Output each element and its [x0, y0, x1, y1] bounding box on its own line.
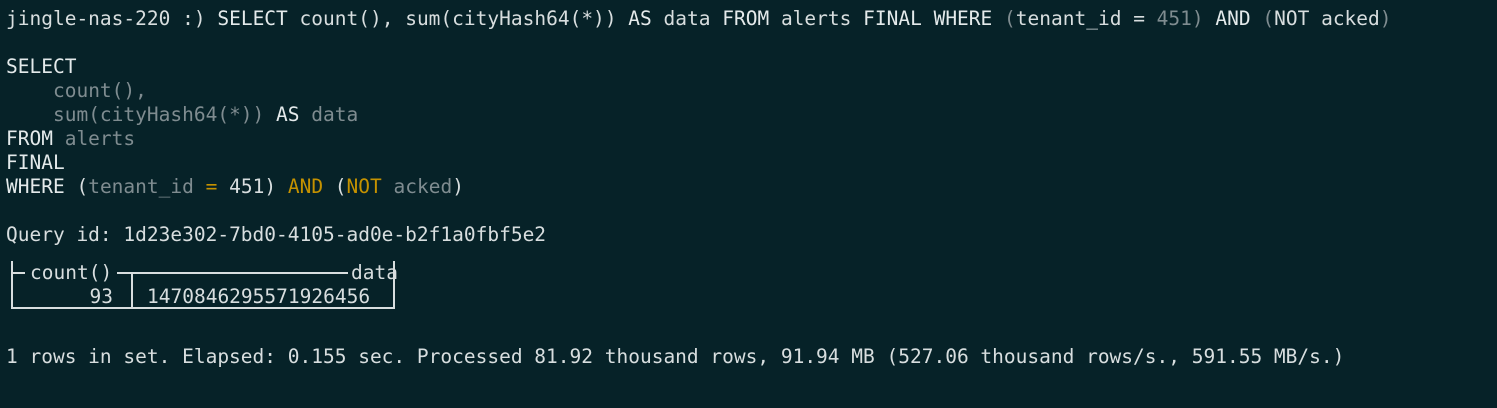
fmt-where-acked: acked — [381, 175, 453, 198]
column-header-data: data — [351, 261, 398, 284]
cmd-eq: = — [1133, 7, 1157, 30]
fmt-select: SELECT — [6, 55, 77, 78]
fmt-sum-line: sum(cityHash64(*)) AS data — [6, 103, 1484, 127]
fmt-sum-as: AS — [264, 103, 312, 126]
fmt-where-and: AND — [276, 175, 335, 198]
fmt-indent — [6, 79, 53, 102]
query-id-value: 1d23e302-7bd0-4105-ad0e-b2f1a0fbf5e2 — [123, 223, 547, 246]
fmt-where-close: ) — [264, 175, 277, 198]
table-top-border-mid — [117, 272, 348, 274]
fmt-where-open: ( — [76, 175, 89, 198]
cmd-as: AS — [616, 7, 664, 30]
cmd-where: WHERE — [933, 7, 1005, 30]
result-table: count() data 93 1470846295571926456 — [11, 261, 398, 309]
fmt-from-line: FROM alerts — [6, 127, 1484, 151]
fmt-where-col: tenant_id — [88, 175, 194, 198]
fmt-from-table: alerts — [64, 127, 136, 150]
prompt-suffix: :) — [170, 7, 218, 30]
table-top-border-left — [11, 272, 25, 274]
cmd-count: count(), — [299, 7, 406, 30]
fmt-count: count(), — [52, 79, 147, 102]
cmd-acked: acked — [1321, 7, 1380, 30]
fmt-from-kw: FROM — [6, 127, 65, 150]
fmt-final: FINAL — [6, 151, 65, 174]
prompt-line: jingle-nas-220 :) SELECT count(), sum(ci… — [6, 7, 1484, 31]
fmt-where-not-open: ( — [334, 175, 347, 198]
fmt-where-line: WHERE (tenant_id = 451) AND (NOT acked) — [6, 175, 1484, 199]
cell-data: 1470846295571926456 — [147, 285, 371, 308]
column-header-count: count() — [30, 261, 113, 284]
cmd-data: data — [663, 7, 723, 30]
cmd-cityhash: cityHash64 — [452, 7, 570, 30]
status-line: 1 rows in set. Elapsed: 0.155 sec. Proce… — [6, 345, 1345, 368]
table-column-divider — [131, 272, 133, 309]
cmd-alerts: alerts — [780, 7, 864, 30]
fmt-sum-fn: sum(cityHash64(*)) — [52, 103, 265, 126]
query-id-label: Query id: — [6, 223, 124, 246]
cmd-paren-close: ) — [1191, 7, 1204, 30]
fmt-where-eq: = — [193, 175, 230, 198]
fmt-sum-alias: data — [311, 103, 359, 126]
fmt-indent — [6, 103, 53, 126]
cmd-and: AND — [1203, 7, 1263, 30]
fmt-where-not: NOT — [346, 175, 382, 198]
cmd-tenant: tenant_id — [1015, 7, 1134, 30]
cmd-sum-open: sum( — [405, 7, 453, 30]
terminal-output[interactable]: jingle-nas-220 :) SELECT count(), sum(ci… — [6, 7, 1484, 397]
cmd-select: SELECT — [217, 7, 300, 30]
cmd-from: FROM — [722, 7, 781, 30]
fmt-where-not-close: ) — [452, 175, 464, 198]
cmd-not: NOT — [1274, 7, 1322, 30]
cmd-final: FINAL — [863, 7, 934, 30]
cell-count: 93 — [89, 285, 113, 308]
fmt-where-kw: WHERE — [6, 175, 77, 198]
query-id-line: Query id: 1d23e302-7bd0-4105-ad0e-b2f1a0… — [6, 223, 1484, 247]
cmd-paren-open: ( — [1004, 7, 1016, 30]
cmd-sum-close: ) — [604, 7, 617, 30]
cmd-451: 451 — [1156, 7, 1192, 30]
fmt-count-line: count(), — [6, 79, 1484, 103]
fmt-where-val: 451 — [229, 175, 265, 198]
cmd-not-open: ( — [1262, 7, 1275, 30]
cmd-not-close: ) — [1379, 7, 1392, 30]
cmd-star: (*) — [569, 7, 605, 30]
prompt-host: jingle-nas-220 — [6, 7, 171, 30]
